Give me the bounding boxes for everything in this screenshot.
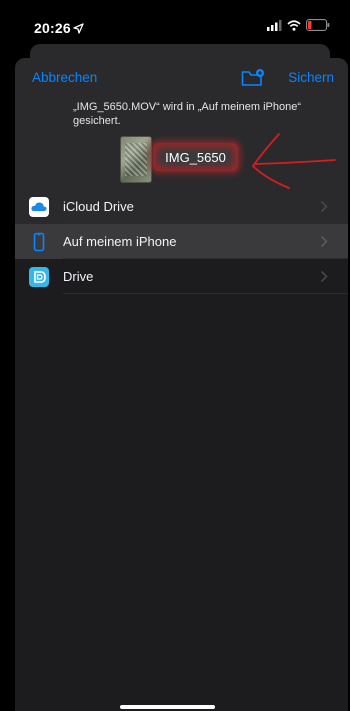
location-arrow-icon: [73, 21, 84, 39]
row-divider: [63, 293, 348, 294]
location-row-on-my-iphone[interactable]: Auf meinem iPhone: [15, 224, 348, 259]
file-thumbnail: [120, 136, 152, 183]
file-name-text: IMG_5650: [165, 149, 226, 165]
file-name-field[interactable]: IMG_5650: [153, 143, 238, 171]
cellular-signal-icon: [267, 18, 282, 36]
chevron-right-icon: [320, 270, 328, 283]
home-indicator[interactable]: [120, 705, 215, 709]
save-message: „IMG_5650.MOV“ wird in „Auf meinem iPhon…: [73, 101, 302, 127]
location-row-icloud-drive[interactable]: iCloud Drive: [15, 189, 348, 224]
screen: 20:26 Abbrechen Sichern „IMG_5650.MOV“ w…: [0, 0, 350, 711]
thumbnail-image: [125, 143, 147, 176]
location-label: iCloud Drive: [63, 199, 134, 214]
location-list: iCloud Drive Auf meinem iPhone Drive: [15, 189, 348, 294]
iphone-icon: [29, 232, 49, 252]
icloud-icon: [29, 197, 49, 217]
wifi-icon: [287, 18, 301, 36]
status-bar: 20:26: [0, 0, 350, 46]
new-folder-icon[interactable]: [241, 68, 265, 88]
location-row-drive[interactable]: Drive: [15, 259, 348, 294]
chevron-right-icon: [320, 235, 328, 248]
annotation-arrow: [251, 133, 336, 189]
battery-icon: [306, 18, 330, 36]
status-icons: [267, 18, 330, 36]
drive-icon: [29, 267, 49, 287]
cancel-button[interactable]: Abbrechen: [32, 70, 97, 85]
save-button[interactable]: Sichern: [288, 70, 334, 85]
save-sheet: Abbrechen Sichern „IMG_5650.MOV“ wird in…: [15, 58, 348, 711]
location-label: Drive: [63, 269, 94, 284]
location-label: Auf meinem iPhone: [63, 234, 177, 249]
chevron-right-icon: [320, 200, 328, 213]
status-time: 20:26: [34, 20, 71, 36]
